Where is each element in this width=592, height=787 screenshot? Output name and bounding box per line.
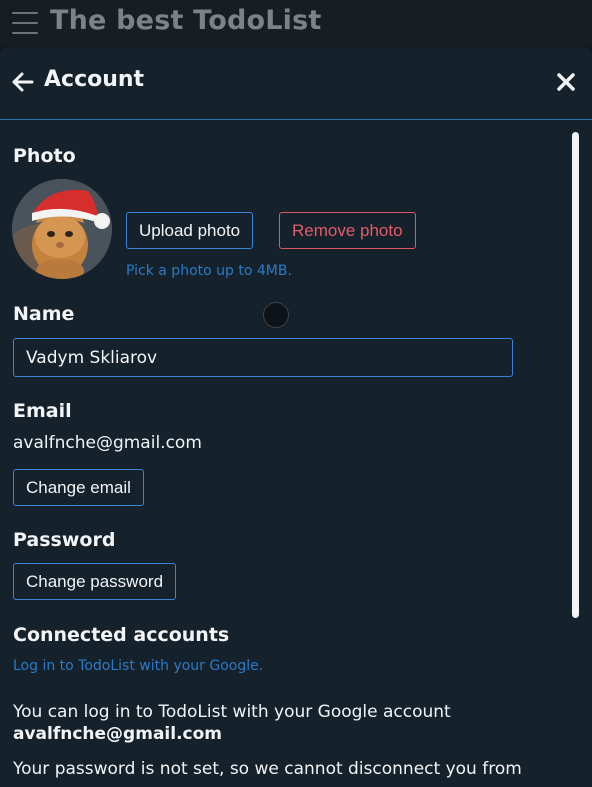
change-email-button[interactable]: Change email	[13, 469, 144, 506]
connected-accounts-label: Connected accounts	[13, 624, 230, 646]
email-label: Email	[13, 400, 72, 422]
panel-header: Account	[0, 47, 592, 120]
photo-hint: Pick a photo up to 4MB.	[126, 263, 292, 279]
todolist-app: The best TodoList Account Photo Upload p…	[0, 0, 592, 787]
email-value: avalfnche@gmail.com	[13, 433, 202, 453]
page-title: Account	[44, 67, 145, 92]
google-account-email: avalfnche@gmail.com	[13, 724, 222, 744]
password-label: Password	[13, 529, 116, 551]
google-login-link[interactable]: Log in to TodoList with your Google.	[13, 658, 263, 674]
hamburger-menu-icon[interactable]	[12, 12, 38, 34]
account-panel: Account Photo Upload photo Remove photo …	[0, 47, 592, 787]
avatar	[12, 179, 112, 279]
change-password-button[interactable]: Change password	[13, 563, 177, 600]
upload-photo-button[interactable]: Upload photo	[126, 212, 254, 249]
photo-label: Photo	[13, 145, 76, 167]
name-field[interactable]	[13, 338, 513, 377]
app-header: The best TodoList	[0, 0, 592, 46]
google-info-text: You can log in to TodoList with your Goo…	[13, 702, 451, 722]
password-warning-text: Your password is not set, so we cannot d…	[13, 759, 522, 779]
close-icon[interactable]	[556, 72, 576, 92]
back-arrow-icon[interactable]	[12, 71, 34, 93]
app-title: The best TodoList	[50, 5, 322, 36]
scrollbar-thumb[interactable]	[572, 132, 579, 618]
remove-photo-button[interactable]: Remove photo	[279, 212, 416, 249]
cursor-indicator	[263, 302, 289, 328]
name-label: Name	[13, 303, 75, 325]
